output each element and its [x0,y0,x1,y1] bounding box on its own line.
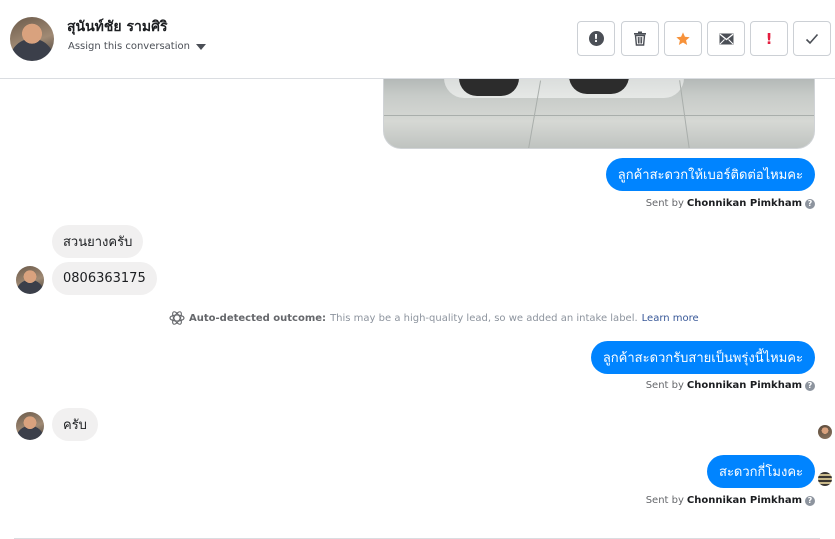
trash-icon [634,31,646,46]
help-icon[interactable]: ? [805,495,815,506]
sent-by-prefix: Sent by [645,380,684,391]
delete-button[interactable] [621,21,659,56]
contact-avatar[interactable] [10,17,54,61]
follow-up-button[interactable]: ! [750,21,788,56]
help-icon[interactable]: ? [805,198,815,209]
auto-detected-label: Auto-detected outcome: [189,312,327,324]
sender-name: Chonnikan Pimkham [686,380,802,391]
exclamation-circle-icon: ! [588,31,604,46]
attachment-tire-shape [459,78,519,96]
contact-avatar-small[interactable] [16,412,44,440]
conversation-header: สุนันท์ชัย รามศิริ Assign this conversat… [0,0,835,79]
seen-avatar [818,472,832,486]
learn-more-link[interactable]: Learn more [642,313,699,324]
outgoing-message[interactable]: ลูกค้าสะดวกรับสายเป็นพรุ่งนี้ไหมคะ [590,341,815,374]
sent-by-label: Sent by Chonnikan Pimkham ? [646,380,815,391]
assign-conversation-dropdown[interactable]: Assign this conversation [68,41,206,52]
incoming-message[interactable]: สวนยางครับ [52,225,144,258]
sender-name: Chonnikan Pimkham [686,198,802,209]
sent-by-prefix: Sent by [645,198,684,209]
seen-avatar [818,425,832,439]
checkmark-icon [805,33,819,44]
auto-detected-text: This may be a high-quality lead, so we a… [330,312,638,324]
star-icon [676,31,690,45]
outgoing-message[interactable]: ลูกค้าสะดวกให้เบอร์ติดต่อไหมคะ [605,158,815,191]
incoming-message[interactable]: ครับ [52,408,98,441]
contact-name[interactable]: สุนันท์ชัย รามศิริ [67,16,168,38]
caret-down-icon [195,43,206,50]
incoming-message[interactable]: 0806363175 [52,262,157,295]
attachment-floor-line [384,115,814,116]
help-icon[interactable]: ? [805,380,815,391]
sent-by-label: Sent by Chonnikan Pimkham ? [646,495,815,506]
assign-label: Assign this conversation [68,41,190,52]
mark-spam-button[interactable]: ! [577,21,615,56]
contact-avatar-small[interactable] [16,266,44,294]
mark-done-button[interactable] [793,21,831,56]
auto-detected-outcome-notice: Auto-detected outcome: This may be a hig… [169,310,699,326]
atom-icon [169,311,185,325]
red-exclamation-icon: ! [765,29,773,48]
mark-unread-button[interactable] [707,21,745,56]
sent-by-prefix: Sent by [645,495,684,506]
star-button[interactable] [664,21,702,56]
sender-name: Chonnikan Pimkham [686,495,802,506]
outgoing-message[interactable]: สะดวกกี่โมงคะ [707,455,815,488]
sent-by-label: Sent by Chonnikan Pimkham ? [646,198,815,209]
envelope-icon [719,33,733,44]
